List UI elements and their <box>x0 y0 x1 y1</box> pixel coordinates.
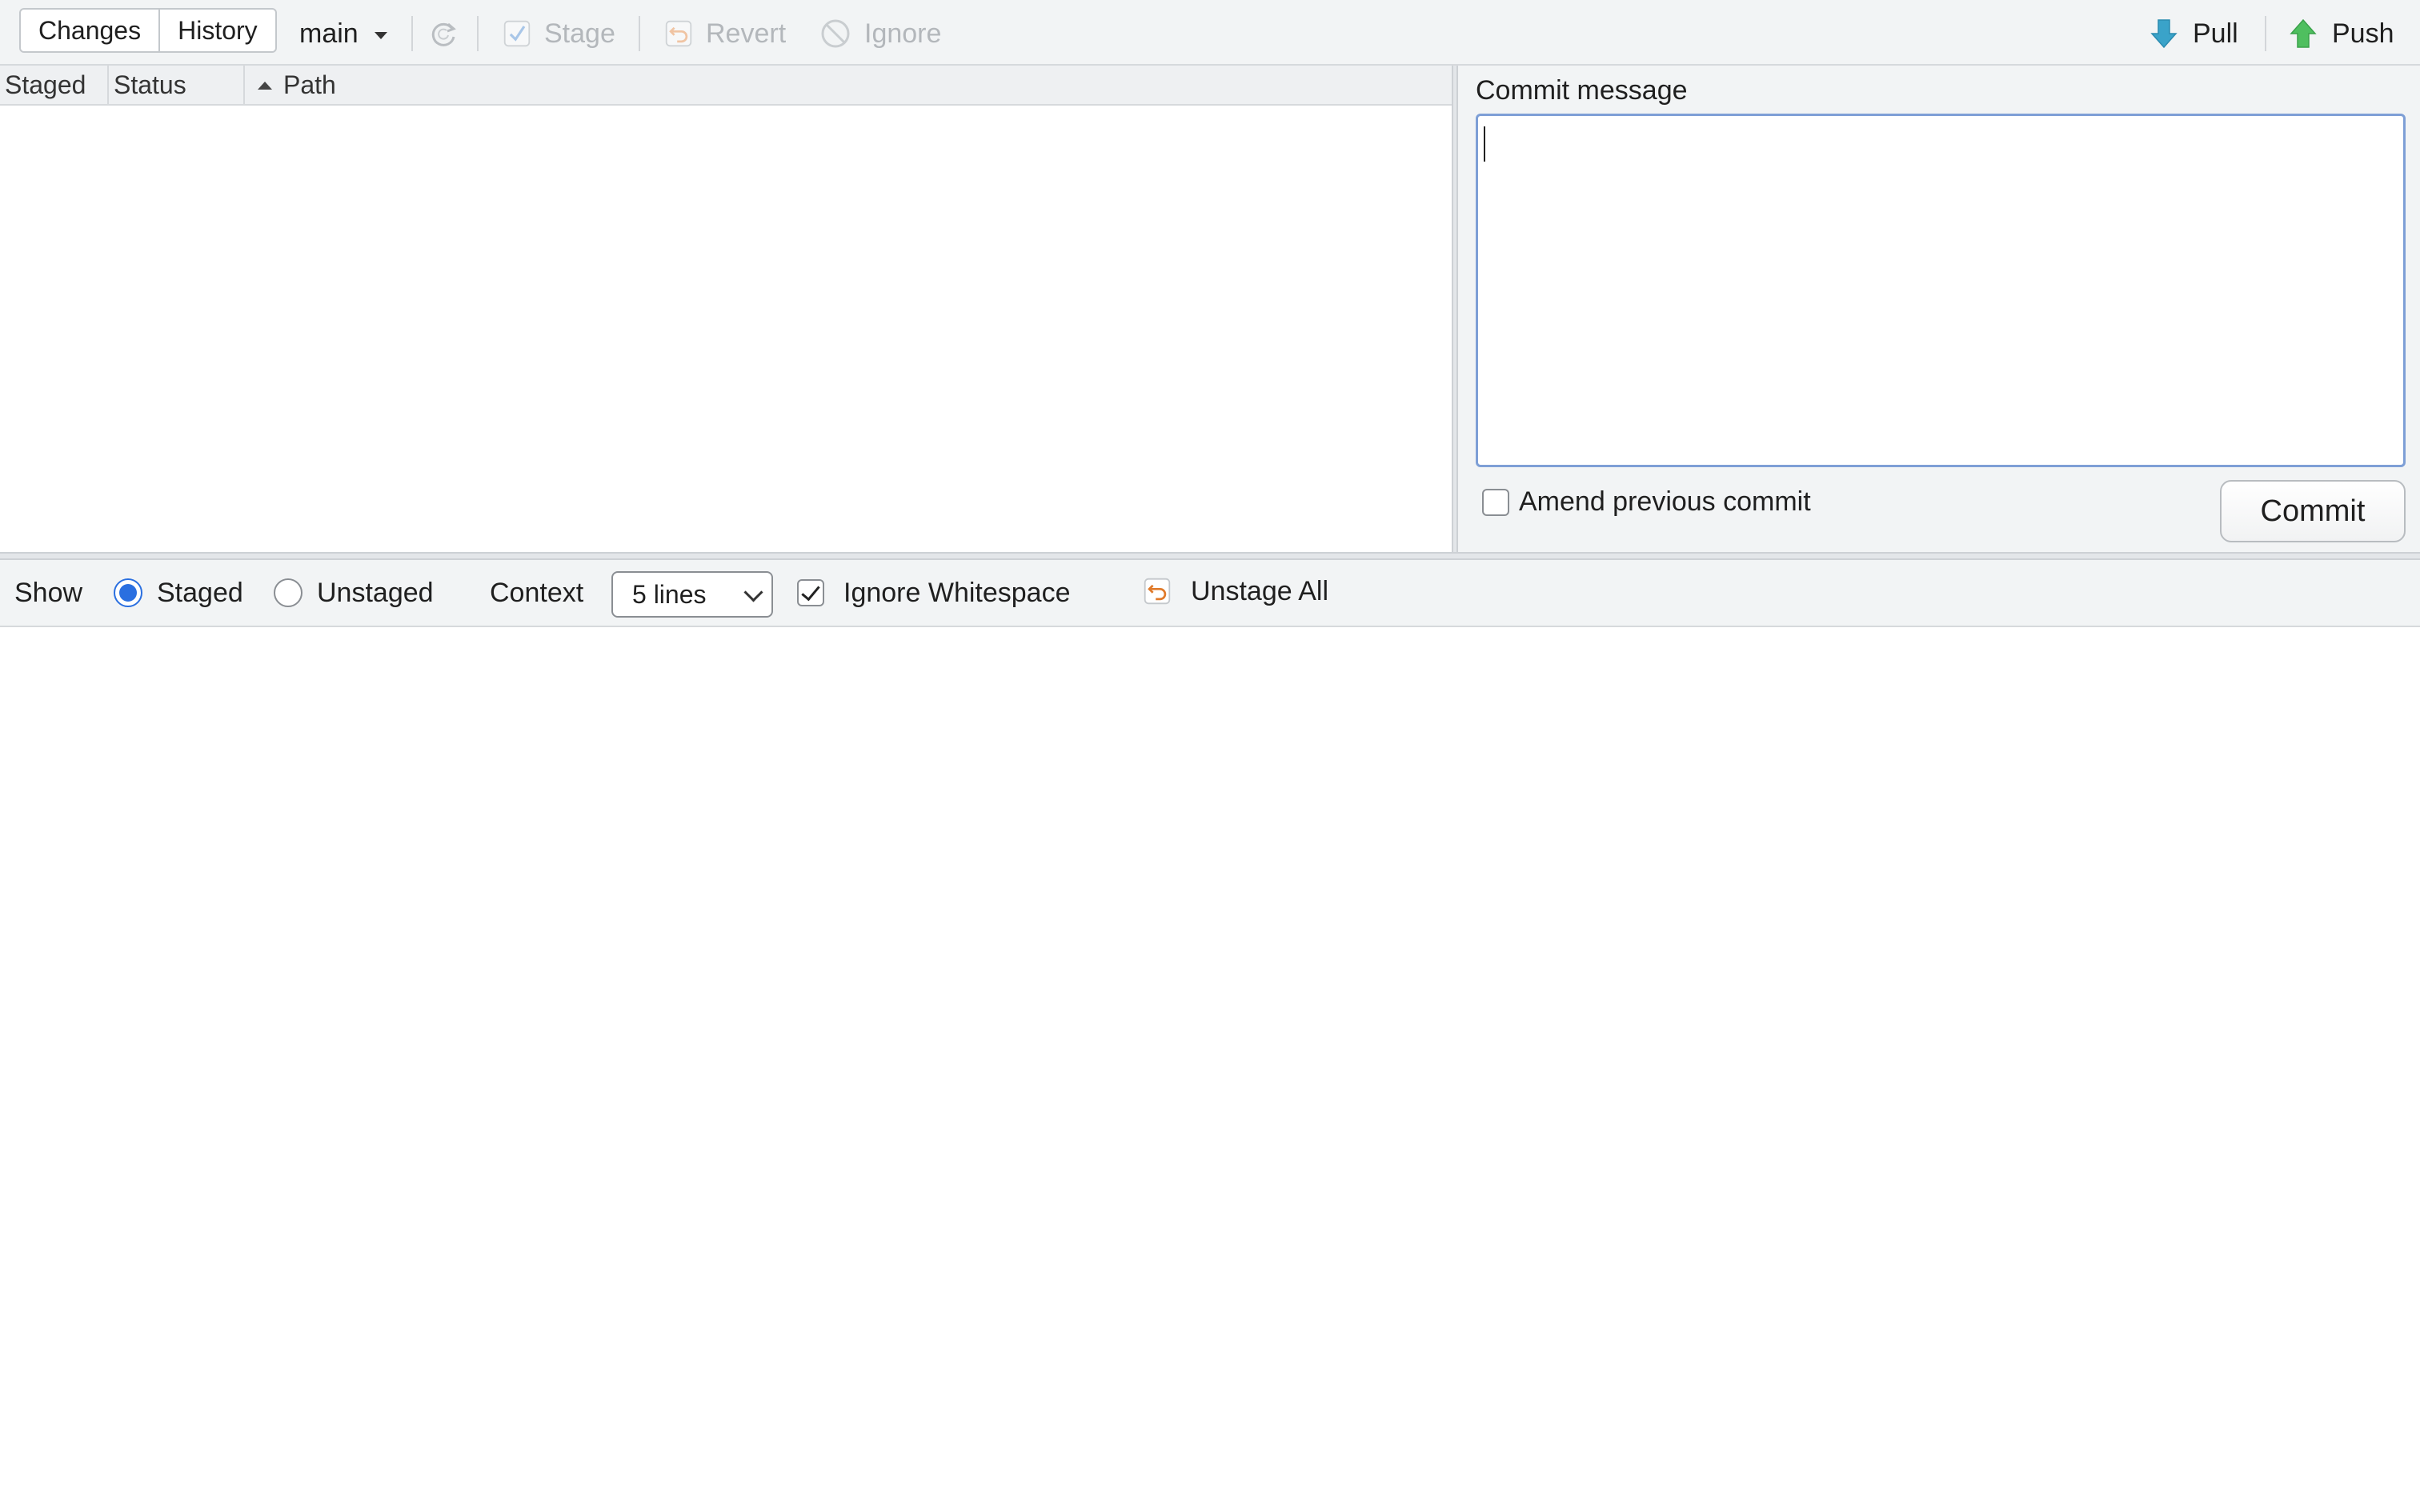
revert-icon <box>664 19 693 48</box>
refresh-button[interactable] <box>427 13 459 54</box>
tab-history[interactable]: History <box>160 10 275 51</box>
branch-name: main <box>299 18 359 49</box>
unstage-all-button[interactable]: Unstage All <box>1143 571 1328 611</box>
table-header: Staged Status Path <box>0 66 1452 106</box>
sort-ascending-icon <box>258 82 272 90</box>
stage-button[interactable]: Stage <box>503 13 615 54</box>
amend-checkbox-row[interactable]: Amend previous commit <box>1482 486 1811 518</box>
revert-button[interactable]: Revert <box>664 13 786 54</box>
git-pane: Changes History main Stage Revert Ignore… <box>0 0 2420 1512</box>
arrow-down-icon <box>2148 18 2180 50</box>
column-path[interactable]: Path <box>245 66 1452 104</box>
arrow-up-icon <box>2287 18 2319 50</box>
diff-view <box>0 627 2420 1512</box>
unstaged-radio[interactable] <box>274 578 302 607</box>
diff-toolbar: Show Staged Unstaged Context 5 lines Ign… <box>0 560 2420 627</box>
stage-label: Stage <box>544 18 615 49</box>
ignore-whitespace-checkbox[interactable] <box>797 579 824 606</box>
vertical-splitter[interactable] <box>1452 66 1458 554</box>
changed-files-table: Staged Status Path <box>0 66 1452 552</box>
staged-label: Staged <box>157 577 243 608</box>
tab-changes[interactable]: Changes <box>21 10 161 51</box>
column-status[interactable]: Status <box>109 66 245 104</box>
chevron-down-icon <box>743 582 763 602</box>
git-toolbar: Changes History main Stage Revert Ignore… <box>0 0 2420 66</box>
context-value: 5 lines <box>632 580 707 609</box>
ignore-button[interactable]: Ignore <box>819 13 941 54</box>
refresh-icon <box>427 18 459 50</box>
column-staged[interactable]: Staged <box>0 66 109 104</box>
show-unstaged-option[interactable]: Unstaged <box>274 573 434 613</box>
commit-message-input[interactable] <box>1476 114 2406 467</box>
staged-radio[interactable] <box>114 578 142 607</box>
toolbar-divider <box>477 16 479 51</box>
context-label: Context <box>490 577 584 608</box>
view-switcher: Changes History <box>19 8 277 53</box>
show-label: Show <box>14 577 83 608</box>
commit-panel: Commit message Amend previous commit Com… <box>1458 66 2420 554</box>
context-select[interactable]: 5 lines <box>611 571 773 618</box>
revert-icon <box>1143 577 1172 606</box>
pull-label: Pull <box>2193 18 2238 49</box>
chevron-down-icon <box>374 31 387 39</box>
toolbar-divider <box>411 16 413 51</box>
horizontal-splitter[interactable] <box>0 552 2420 560</box>
pull-button[interactable]: Pull <box>2148 13 2238 54</box>
unstaged-label: Unstaged <box>317 577 434 608</box>
unstage-all-label: Unstage All <box>1191 575 1328 606</box>
commit-button[interactable]: Commit <box>2220 480 2406 542</box>
text-cursor <box>1484 126 1485 162</box>
branch-selector[interactable]: main <box>299 14 387 53</box>
revert-label: Revert <box>706 18 787 49</box>
ignore-label: Ignore <box>864 18 942 49</box>
push-button[interactable]: Push <box>2287 13 2394 54</box>
push-label: Push <box>2332 18 2394 49</box>
ignore-icon <box>819 18 851 50</box>
ignore-whitespace-label: Ignore Whitespace <box>843 577 1071 608</box>
amend-checkbox[interactable] <box>1482 488 1509 516</box>
commit-message-label: Commit message <box>1476 75 1688 106</box>
toolbar-divider <box>2265 16 2266 51</box>
amend-label: Amend previous commit <box>1519 486 1811 517</box>
show-staged-option[interactable]: Staged <box>114 573 243 613</box>
stage-check-icon <box>503 19 531 48</box>
toolbar-divider <box>639 16 640 51</box>
ignore-whitespace-option[interactable]: Ignore Whitespace <box>797 573 1071 613</box>
